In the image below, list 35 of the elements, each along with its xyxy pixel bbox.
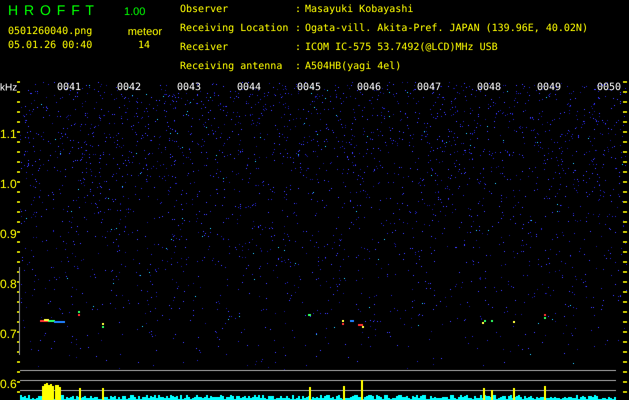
info-separator: : [295,61,302,74]
time-label: 0041 [57,82,82,93]
meteor-label: meteor [128,26,163,38]
info-separator: : [295,42,302,55]
info-value: Masayuki Kobayashi [305,4,414,17]
time-label: 0043 [177,82,202,93]
frequency-label: 0.8 [0,277,17,292]
info-label: Receiving antenna [180,61,284,74]
info-label: Receiving Location [180,23,290,36]
time-label: 0047 [417,82,442,93]
time-label: 0044 [237,82,262,93]
info-separator: : [295,23,302,36]
info-separator: : [295,4,302,17]
time-label: 0048 [477,82,502,93]
info-label: Receiver [180,42,230,55]
time-label: 0045 [297,82,322,93]
frequency-label: 0.7 [0,327,17,342]
frequency-label: 1.0 [0,177,17,192]
time-label: 0049 [537,82,562,93]
date-time: 05.01.26 00:40 [8,40,92,53]
frequency-label: 0.6 [0,377,17,392]
unit-label: kHz [0,82,18,94]
time-label: 0050 [597,82,622,93]
frequency-label: 0.9 [0,227,17,242]
time-label: 0046 [357,82,382,93]
info-label: Observer [180,4,230,17]
file-name: 0501260040.png [8,26,92,38]
info-value: Ogata-vill. Akita-Pref. JAPAN (139.96E, 40.02N) [305,23,588,36]
app-title: H R O F F T [8,4,96,16]
meteor-count: 14 [138,40,151,53]
app-version: 1.00 [124,6,146,18]
info-value: ICOM IC-575 53.7492(@LCD)MHz USB [305,42,499,55]
frequency-label: 1.1 [0,127,17,142]
info-value: A504HB(yagi 4el) [305,61,402,74]
time-label: 0042 [117,82,142,93]
